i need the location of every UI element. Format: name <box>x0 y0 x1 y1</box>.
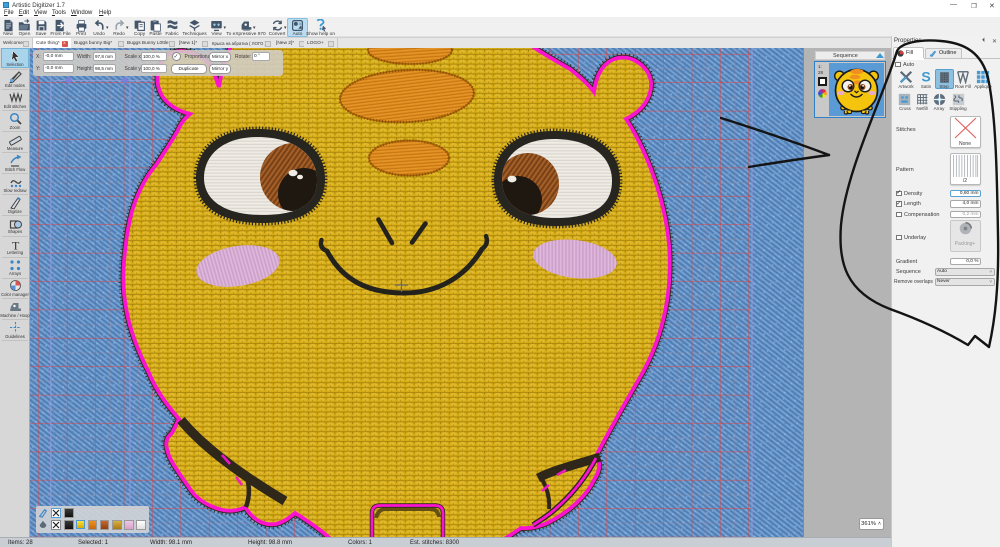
svg-text:S: S <box>921 69 930 84</box>
